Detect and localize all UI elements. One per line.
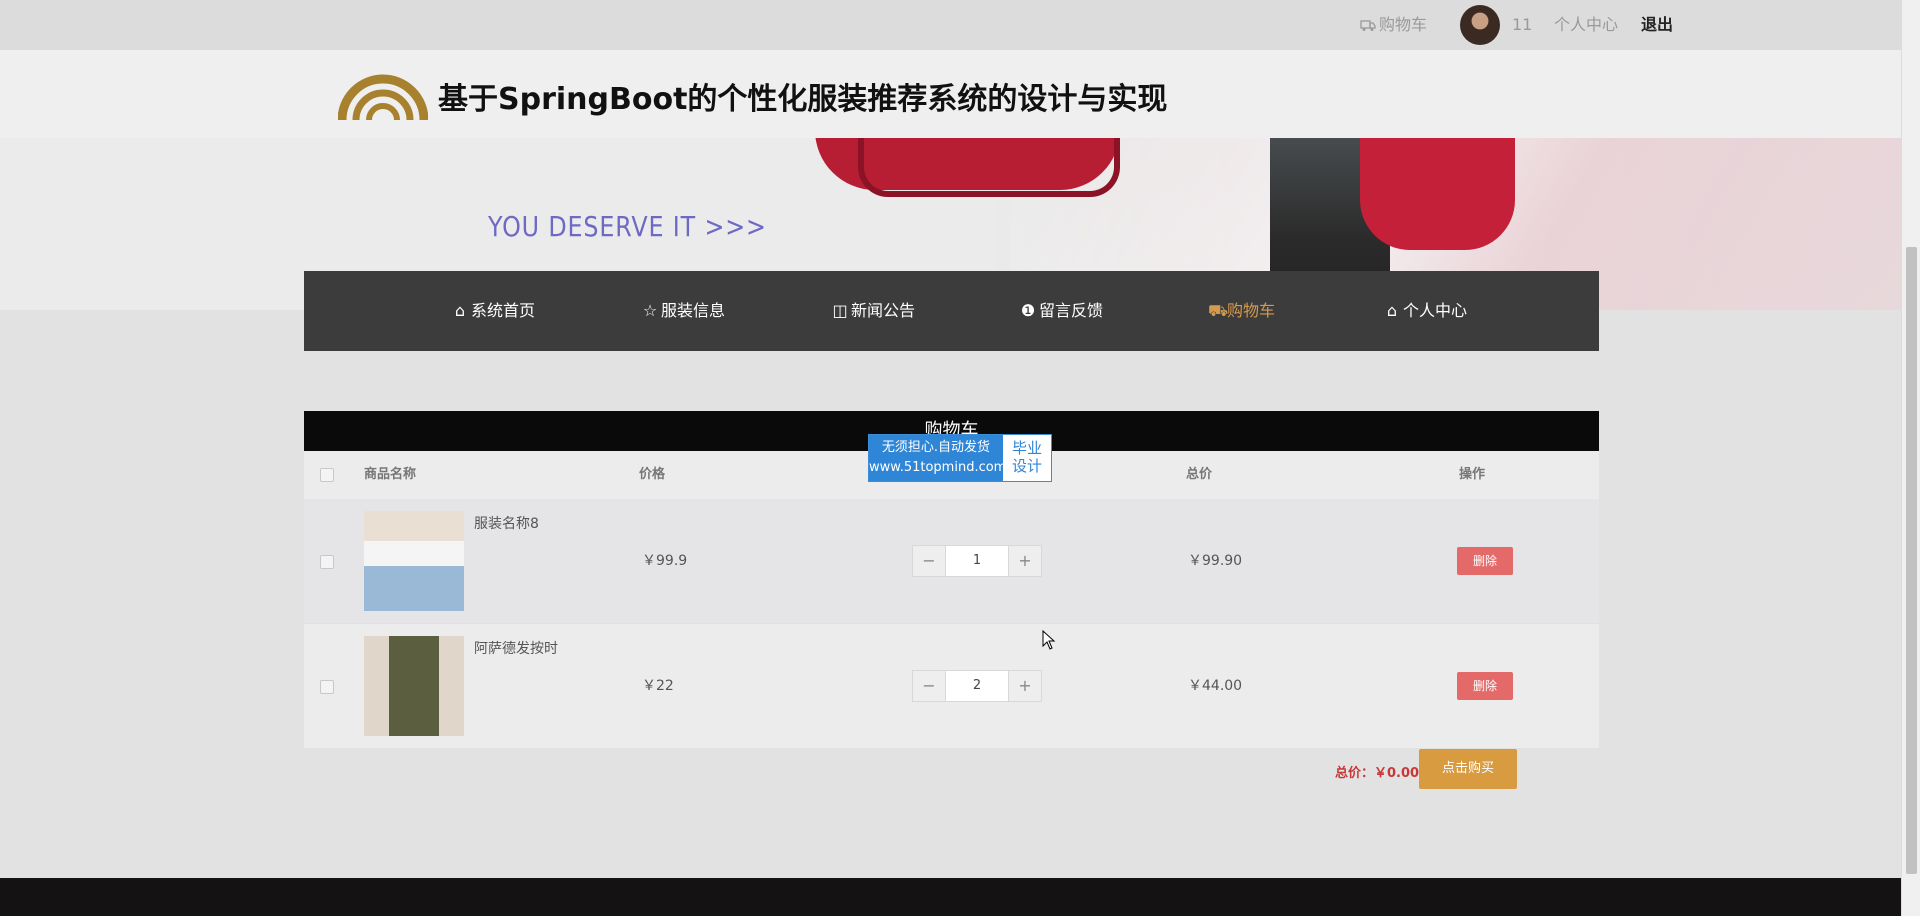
quantity-stepper: − 1 +	[912, 545, 1042, 577]
decrement-button[interactable]: −	[913, 546, 945, 576]
delete-button[interactable]: 删除	[1457, 672, 1513, 700]
row-checkbox[interactable]	[320, 555, 334, 569]
row-total: ￥44.00	[1188, 678, 1243, 694]
column-header-price: 价格	[639, 467, 666, 482]
nav-item-clothing[interactable]: ☆ 服装信息	[642, 271, 725, 351]
banner-handbag-strap	[858, 138, 1120, 197]
quantity-input[interactable]: 1	[945, 546, 1009, 576]
watermark-line2: www.51topmind.com	[869, 460, 1007, 475]
watermark-badge: 无须担心.自动发货 www.51topmind.com 毕业 设计	[868, 434, 1052, 482]
home-icon: ⌂	[454, 301, 466, 320]
watermark-side: 毕业 设计	[1003, 435, 1051, 481]
column-header-total: 总价	[1186, 467, 1213, 482]
nav-item-label: 系统首页	[471, 301, 536, 320]
nav-item-label: 服装信息	[661, 301, 726, 320]
mouse-cursor-icon	[1042, 630, 1056, 650]
product-image[interactable]	[364, 511, 464, 611]
nav-item-home[interactable]: ⌂ 系统首页	[452, 271, 535, 351]
username: 11	[1512, 15, 1533, 34]
delete-button[interactable]: 删除	[1457, 547, 1513, 575]
column-header-action: 操作	[1459, 467, 1486, 482]
nav-item-news[interactable]: ◫ 新闻公告	[832, 271, 915, 351]
nav-item-label: 新闻公告	[851, 301, 916, 320]
quantity-input[interactable]: 2	[945, 671, 1009, 701]
home-icon: ⌂	[1386, 301, 1398, 320]
watermark-line1: 无须担心.自动发货	[881, 440, 991, 455]
product-image[interactable]	[364, 636, 464, 736]
top-bar: 购物车 11 个人中心 退出	[0, 0, 1902, 50]
nav-item-feedback[interactable]: ❶ 留言反馈	[1020, 271, 1103, 351]
increment-button[interactable]: +	[1009, 546, 1041, 576]
banner-model-handbag	[1360, 138, 1515, 250]
buy-button[interactable]: 点击购买	[1419, 749, 1517, 789]
truck-icon	[1360, 20, 1376, 31]
logout-link[interactable]: 退出	[1641, 0, 1673, 50]
personal-center-link[interactable]: 个人中心	[1554, 0, 1618, 50]
truck-icon: ⛟	[1208, 301, 1229, 320]
nav-item-label: 留言反馈	[1039, 301, 1104, 320]
page-footer	[0, 878, 1902, 916]
banner-slogan: YOU DESERVE IT >>>	[488, 210, 767, 243]
select-all-checkbox[interactable]	[320, 468, 334, 482]
row-total: ￥99.90	[1188, 553, 1243, 569]
decrement-button[interactable]: −	[913, 671, 945, 701]
watermark-side2: 设计	[1011, 457, 1042, 475]
product-name[interactable]: 服装名称8	[474, 513, 539, 533]
nav-item-label: 购物车	[1227, 301, 1276, 320]
watermark-side1: 毕业	[1011, 439, 1042, 457]
logo-icon	[338, 74, 428, 121]
nav-item-label: 个人中心	[1403, 301, 1468, 320]
scrollbar[interactable]	[1901, 0, 1920, 916]
column-header-name: 商品名称	[364, 467, 417, 482]
star-icon: ☆	[642, 301, 658, 320]
scrollbar-thumb[interactable]	[1906, 247, 1917, 874]
nav-item-cart[interactable]: ⛟购物车	[1208, 271, 1275, 351]
quantity-stepper: − 2 +	[912, 670, 1042, 702]
row-checkbox[interactable]	[320, 680, 334, 694]
avatar[interactable]	[1460, 5, 1500, 45]
topbar-cart-link[interactable]: 购物车	[1360, 0, 1427, 50]
topbar-cart-label: 购物车	[1379, 15, 1428, 34]
info-icon: ❶	[1020, 301, 1036, 320]
product-price: ￥22	[642, 678, 674, 694]
table-row: 服装名称8 ￥99.9 − 1 + ￥99.90 删除	[304, 499, 1599, 624]
site-header: 基于SpringBoot的个性化服装推荐系统的设计与实现	[0, 50, 1902, 139]
watermark-main: 无须担心.自动发货 www.51topmind.com	[869, 435, 1007, 481]
cart-total-summary: 总价：￥0.00	[1335, 766, 1420, 781]
main-nav: ⌂ 系统首页 ☆ 服装信息 ◫ 新闻公告 ❶ 留言反馈 ⛟购物车 ⌂ 个人中心	[304, 271, 1599, 351]
product-price: ￥99.9	[642, 553, 688, 569]
product-name[interactable]: 阿萨德发按时	[474, 638, 558, 658]
table-row: 阿萨德发按时 ￥22 − 2 + ￥44.00 删除	[304, 624, 1599, 749]
nav-item-personal-center[interactable]: ⌂ 个人中心	[1384, 271, 1467, 351]
increment-button[interactable]: +	[1009, 671, 1041, 701]
site-title: 基于SpringBoot的个性化服装推荐系统的设计与实现	[438, 82, 1168, 117]
bag-icon: ◫	[832, 301, 848, 320]
